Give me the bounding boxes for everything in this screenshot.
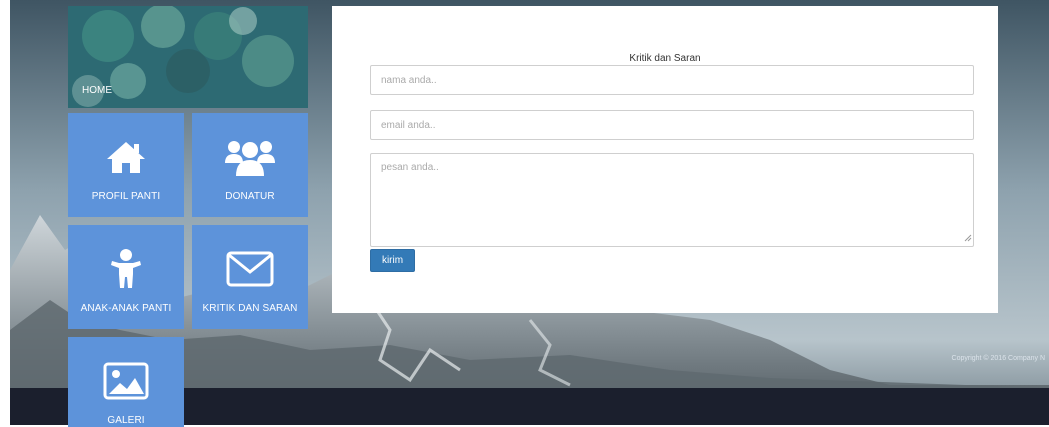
tile-profil-panti[interactable]: PROFIL PANTI [68,113,184,217]
email-input[interactable] [370,110,974,140]
form-title: Kritik dan Saran [629,53,701,64]
message-textarea[interactable] [370,153,974,247]
copyright-text: Copyright © 2016 Company N [951,355,1045,362]
home-label: HOME [82,85,112,96]
tile-label: GALERI [107,415,145,426]
envelope-icon [226,247,274,291]
home-tile[interactable]: HOME [68,6,308,108]
tile-donatur[interactable]: DONATUR [192,113,308,217]
tile-label: DONATUR [225,191,275,202]
tile-label: ANAK-ANAK PANTI [80,303,172,314]
child-icon [109,247,143,291]
resize-grip-icon[interactable] [964,234,972,242]
submit-button[interactable]: kirim [370,249,415,272]
tile-kritik-dan-saran[interactable]: KRITIK DAN SARAN [192,225,308,329]
tile-galeri[interactable]: GALERI [68,337,184,427]
tile-label: PROFIL PANTI [91,191,161,202]
image-icon [103,359,149,403]
users-icon [224,135,276,179]
home-icon [105,135,147,179]
tile-label: KRITIK DAN SARAN [202,303,298,314]
feedback-form-panel: Kritik dan Saran kirim [332,6,998,313]
name-input[interactable] [370,65,974,95]
tile-anak-anak-panti[interactable]: ANAK-ANAK PANTI [68,225,184,329]
